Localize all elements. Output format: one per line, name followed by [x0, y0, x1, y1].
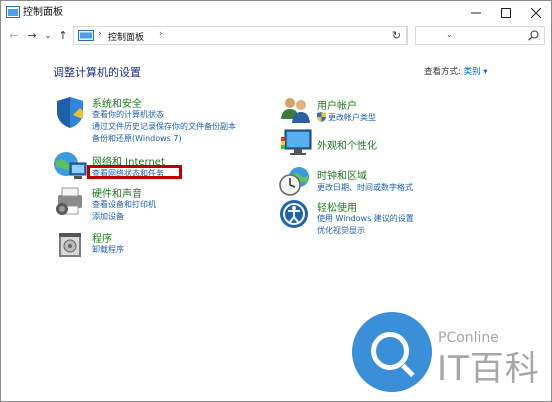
network-globe-icon — [54, 152, 87, 179]
category-title-programs[interactable]: 程序 — [92, 230, 112, 245]
ease-of-access-icon — [280, 200, 308, 228]
view-by-control[interactable]: 查看方式: 类别 ▾ — [424, 65, 488, 77]
category-title-clock-region[interactable]: 时钟和区域 — [317, 167, 367, 182]
close-icon — [531, 7, 541, 18]
control-panel-icon — [78, 30, 94, 41]
control-panel-window: 控制面板 ← → ⌄ ↑ › 控制面板 › ⌄ ↻ 调整计算机的设置 查看方式:… — [0, 0, 552, 402]
shield-icon — [57, 97, 83, 128]
link-view-computer-status[interactable]: 查看你的计算机状态 — [92, 109, 164, 120]
breadcrumb-separator: › — [98, 29, 102, 39]
maximize-icon — [501, 7, 511, 18]
forward-button[interactable]: → — [25, 29, 39, 43]
window-title: 控制面板 — [23, 7, 63, 18]
monitor-palette-icon — [281, 129, 312, 155]
printer-speaker-icon — [56, 187, 82, 215]
category-title-user-accounts[interactable]: 用户帐户 — [317, 97, 357, 112]
link-optimize-visual-display[interactable]: 优化视觉显示 — [317, 225, 365, 236]
category-title-hardware-sound[interactable]: 硬件和声音 — [92, 185, 142, 200]
link-use-recommended-settings[interactable]: 使用 Windows 建议的设置 — [317, 213, 414, 224]
category-title-appearance[interactable]: 外观和个性化 — [317, 137, 377, 152]
clock-globe-icon — [279, 167, 309, 196]
category-title-system-security[interactable]: 系统和安全 — [92, 95, 142, 110]
minimize-button[interactable] — [461, 1, 491, 24]
uac-shield-icon — [317, 112, 326, 122]
link-backup-restore[interactable]: 备份和还原(Windows 7) — [92, 133, 182, 144]
close-button[interactable] — [521, 1, 551, 24]
highlight-box — [87, 165, 182, 179]
refresh-button[interactable]: ↻ — [386, 26, 408, 45]
link-change-date-time-format[interactable]: 更改日期、时间或数字格式 — [317, 182, 413, 193]
view-by-dropdown[interactable]: 类别 ▾ — [464, 67, 488, 77]
watermark-brand-big: IT百科 — [437, 349, 540, 389]
back-button[interactable]: ← — [7, 29, 21, 43]
programs-box-icon — [59, 233, 81, 257]
search-box[interactable] — [415, 26, 545, 45]
search-icon — [528, 30, 539, 41]
recent-locations-button[interactable]: ⌄ — [41, 29, 55, 43]
link-uninstall-program[interactable]: 卸载程序 — [92, 244, 124, 255]
minimize-icon — [471, 12, 481, 13]
breadcrumb-separator[interactable]: › — [159, 29, 163, 39]
maximize-button[interactable] — [491, 1, 521, 24]
address-bar[interactable]: › 控制面板 › ⌄ — [73, 26, 453, 45]
title-bar: 控制面板 — [1, 1, 551, 24]
up-button[interactable]: ↑ — [56, 29, 70, 43]
link-view-devices-printers[interactable]: 查看设备和打印机 — [92, 199, 156, 210]
page-heading: 调整计算机的设置 — [53, 66, 141, 79]
link-file-history-backup[interactable]: 通过文件历史记录保存你的文件备份副本 — [92, 121, 236, 132]
watermark-brand-small: PConline — [438, 330, 499, 346]
breadcrumb-control-panel[interactable]: 控制面板 — [108, 30, 144, 43]
link-change-account-type[interactable]: 更改帐户类型 — [328, 112, 376, 123]
category-title-ease-of-access[interactable]: 轻松使用 — [317, 199, 357, 214]
link-add-device[interactable]: 添加设备 — [92, 211, 124, 222]
control-panel-icon — [6, 6, 20, 18]
view-by-label: 查看方式: — [424, 67, 461, 77]
navigation-bar: ← → ⌄ ↑ › 控制面板 › ⌄ ↻ — [1, 24, 551, 48]
users-icon — [281, 98, 310, 123]
